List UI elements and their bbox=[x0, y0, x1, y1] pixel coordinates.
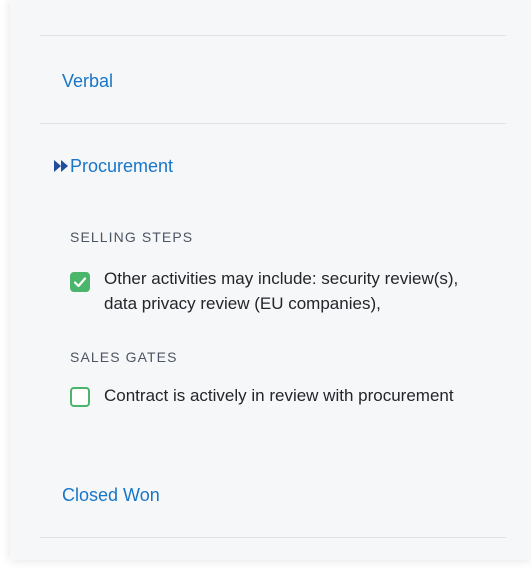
stage-procurement-link[interactable]: Procurement bbox=[70, 155, 173, 177]
sales-gate-text: Contract is actively in review with proc… bbox=[104, 386, 454, 405]
current-stage-chevron-icon bbox=[54, 160, 68, 172]
selling-step-checkbox[interactable] bbox=[70, 272, 90, 292]
stage-panel: Verbal Procurement SELLING STEPS Other a… bbox=[10, 0, 531, 560]
selling-step-text-line1: Other activities may include: security r… bbox=[104, 269, 459, 288]
checkmark-icon bbox=[73, 277, 87, 288]
selling-step-text-line2: data privacy review (EU companies), bbox=[104, 294, 381, 313]
stage-verbal-link[interactable]: Verbal bbox=[62, 70, 113, 92]
divider bbox=[40, 123, 506, 124]
selling-steps-heading: SELLING STEPS bbox=[70, 229, 194, 245]
sales-gate-checkbox[interactable] bbox=[70, 387, 90, 407]
selling-step-text: Other activities may include: security r… bbox=[104, 266, 458, 316]
sales-gates-heading: SALES GATES bbox=[70, 349, 178, 365]
stage-closed-won-link[interactable]: Closed Won bbox=[62, 484, 160, 506]
divider bbox=[40, 537, 506, 538]
divider bbox=[40, 35, 506, 36]
